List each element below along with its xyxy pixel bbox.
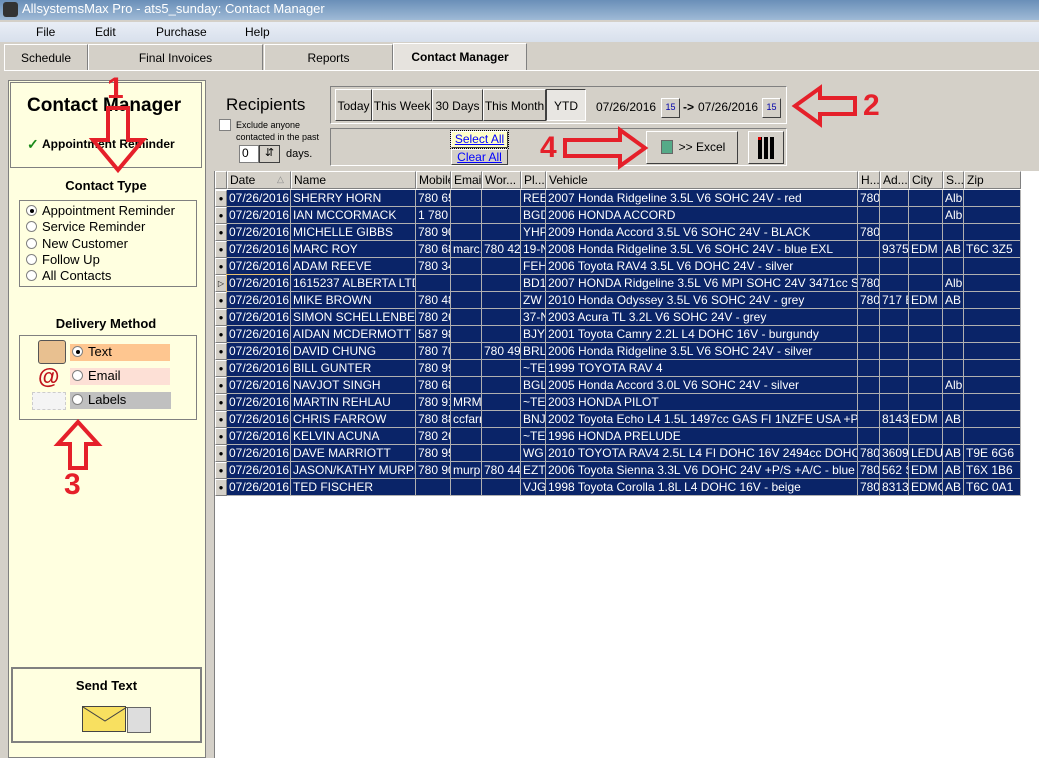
arrow-4 xyxy=(563,126,649,170)
annotation-2: 2 xyxy=(863,89,880,122)
annotation-3: 3 xyxy=(64,468,81,501)
annotation-arrows xyxy=(53,84,857,470)
arrow-3 xyxy=(53,419,103,470)
arrow-2 xyxy=(791,84,857,128)
annotation-1: 1 xyxy=(107,72,124,105)
annotation-4: 4 xyxy=(540,131,557,164)
arrow-1 xyxy=(88,106,148,174)
